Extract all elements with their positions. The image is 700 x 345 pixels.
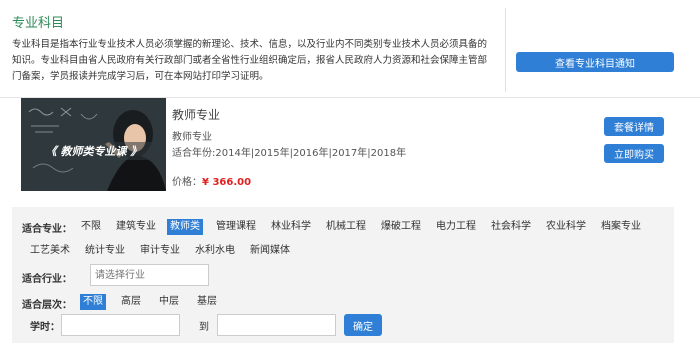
confirm-button[interactable]: 确定	[344, 314, 382, 336]
view-notice-button[interactable]: 查看专业科目通知	[516, 52, 674, 72]
major-option[interactable]: 管理课程	[213, 219, 259, 235]
hours-label: 学时：	[30, 322, 60, 333]
major-option[interactable]: 新闻媒体	[247, 243, 293, 259]
major-option[interactable]: 林业科学	[268, 219, 314, 235]
hours-max-input[interactable]	[217, 314, 336, 336]
filter-panel: 适合专业： 不限 建筑专业 教师类 管理课程 林业科学 机械工程 爆破工程 电力…	[12, 207, 674, 343]
section-description: 专业科目是指本行业专业技术人员必须掌握的新理论、技术、信息，以及行业内不同类别专…	[12, 39, 488, 82]
level-option[interactable]: 基层	[194, 294, 220, 310]
intro-section: 专业科目 专业科目是指本行业专业技术人员必须掌握的新理论、技术、信息，以及行业内…	[0, 0, 700, 98]
major-option[interactable]: 社会科学	[488, 219, 534, 235]
package-detail-button[interactable]: 套餐详情	[604, 117, 664, 136]
major-option[interactable]: 机械工程	[323, 219, 369, 235]
industry-select[interactable]	[90, 264, 209, 286]
course-years: 适合年份:2014年|2015年|2016年|2017年|2018年	[172, 144, 406, 159]
major-option[interactable]: 农业科学	[543, 219, 589, 235]
major-option[interactable]: 工艺美术	[27, 243, 73, 259]
hours-min-input[interactable]	[61, 314, 180, 336]
major-option[interactable]: 不限	[78, 219, 104, 235]
vertical-divider	[505, 8, 506, 92]
section-title: 专业科目	[12, 16, 65, 31]
major-option[interactable]: 建筑专业	[113, 219, 159, 235]
years-value: 2014年|2015年|2016年|2017年|2018年	[215, 148, 407, 159]
hours-to-text: 到	[199, 322, 209, 333]
years-label: 适合年份:	[172, 148, 216, 159]
major-option[interactable]: 水利水电	[192, 243, 238, 259]
buy-now-button[interactable]: 立即购买	[604, 144, 664, 163]
major-option[interactable]: 档案专业	[598, 219, 644, 235]
price-amount: ¥ 366.00	[202, 177, 252, 188]
level-option[interactable]: 高层	[118, 294, 144, 310]
course-name[interactable]: 教师专业	[172, 106, 220, 123]
major-label: 适合专业：	[22, 224, 72, 235]
course-category: 教师专业	[172, 132, 212, 143]
course-card: 《 教师类专业课 》 教师专业 教师专业 适合年份:2014年|2015年|20…	[0, 98, 700, 196]
thumbnail-caption: 《 教师类专业课 》	[45, 145, 142, 158]
level-label: 适合层次：	[22, 300, 72, 311]
level-option-selected[interactable]: 不限	[80, 294, 106, 310]
price-label: 价格：	[172, 177, 202, 188]
course-price: 价格：¥ 366.00	[172, 173, 251, 188]
major-option[interactable]: 爆破工程	[378, 219, 424, 235]
major-option[interactable]: 审计专业	[137, 243, 183, 259]
major-option-selected[interactable]: 教师类	[167, 219, 203, 235]
course-thumbnail[interactable]: 《 教师类专业课 》	[21, 98, 166, 191]
major-option[interactable]: 电力工程	[433, 219, 479, 235]
major-option[interactable]: 统计专业	[82, 243, 128, 259]
industry-label: 适合行业：	[22, 274, 72, 285]
level-option[interactable]: 中层	[156, 294, 182, 310]
